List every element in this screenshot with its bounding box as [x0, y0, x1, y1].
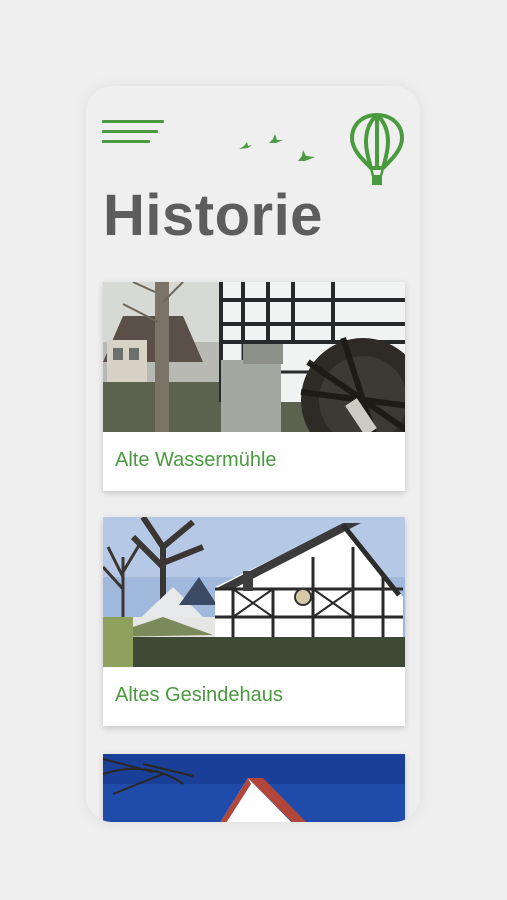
- header: [86, 86, 420, 196]
- card-partial[interactable]: [103, 754, 405, 822]
- half-timbered-mill-photo: [103, 282, 405, 432]
- menu-button[interactable]: [102, 120, 164, 146]
- menu-line: [102, 120, 164, 123]
- card-label: Altes Gesindehaus: [115, 684, 283, 706]
- page-title: Historie: [103, 183, 323, 248]
- half-timbered-house-photo: [103, 517, 405, 667]
- phone-frame: Historie Alte Wassermühle Altes Gesindeh…: [86, 86, 420, 822]
- card-label: Alte Wassermühle: [115, 449, 277, 471]
- hot-air-balloon-icon[interactable]: [349, 112, 405, 188]
- menu-line: [102, 130, 158, 133]
- card-alte-wassermuehle[interactable]: Alte Wassermühle: [103, 282, 405, 491]
- flying-birds-icon: [239, 134, 315, 161]
- menu-line: [102, 140, 150, 143]
- white-house-red-roof-photo: [103, 754, 405, 822]
- card-altes-gesindehaus[interactable]: Altes Gesindehaus: [103, 517, 405, 726]
